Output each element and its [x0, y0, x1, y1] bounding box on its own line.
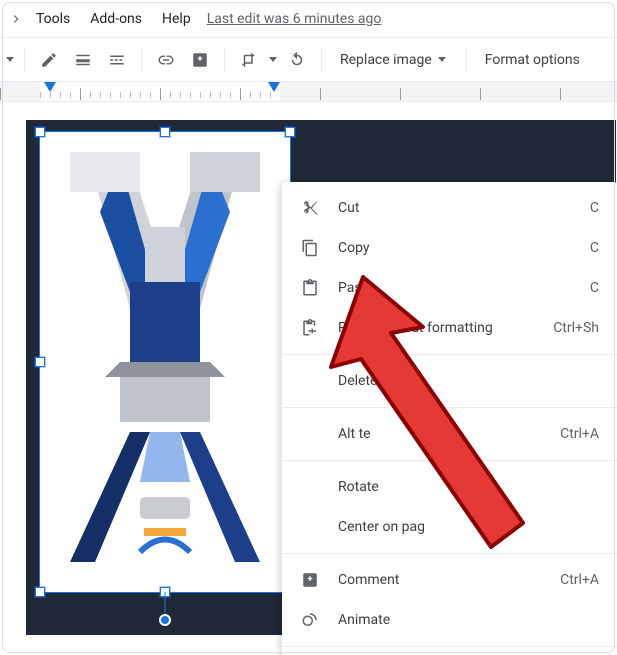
copy-icon — [300, 238, 320, 258]
ctx-separator — [282, 646, 617, 647]
menu-tools[interactable]: Tools — [26, 5, 80, 33]
overflow-caret-icon[interactable] — [6, 12, 26, 26]
blank-icon — [300, 517, 320, 537]
menu-bar: Tools Add-ons Help Last edit was 6 minut… — [0, 0, 617, 38]
resize-handle[interactable] — [160, 127, 170, 137]
ctx-shortcut: C — [590, 280, 599, 296]
format-options-button[interactable]: Format options — [475, 44, 590, 76]
blank-icon — [300, 424, 320, 444]
resize-handle[interactable] — [35, 587, 45, 597]
rotation-handle[interactable] — [159, 614, 171, 626]
ctx-label: Alt te — [338, 426, 542, 442]
ctx-separator — [282, 553, 617, 554]
ctx-label: Comment — [338, 572, 542, 588]
replace-image-label: Replace image — [340, 52, 432, 68]
crop-icon[interactable] — [233, 44, 265, 76]
pencil-icon[interactable] — [33, 44, 65, 76]
ruler-margin-left — [0, 82, 40, 101]
format-options-label: Format options — [485, 52, 580, 68]
ruler — [0, 82, 617, 102]
border-weight-icon[interactable] — [67, 44, 99, 76]
blank-icon — [300, 477, 320, 497]
ctx-separator — [282, 354, 617, 355]
ctx-label: Paste without formatting — [338, 320, 535, 336]
toolbar: Replace image Format options — [0, 38, 617, 82]
separator — [321, 49, 322, 71]
link-icon[interactable] — [150, 44, 182, 76]
ctx-shortcut: C — [590, 200, 599, 216]
ctx-shortcut: Ctrl+Sh — [553, 320, 599, 336]
ctx-shortcut: Ctrl+A — [560, 426, 599, 442]
ctx-label: Rotate — [338, 479, 581, 495]
ctx-label: Center on pag — [338, 519, 581, 535]
selected-image[interactable] — [40, 132, 290, 592]
separator — [24, 49, 25, 71]
ctx-shortcut: Ctrl+A — [560, 572, 599, 588]
resize-handle[interactable] — [285, 127, 295, 137]
toolbar-dropdown-1[interactable] — [4, 54, 16, 66]
reset-image-icon[interactable] — [281, 44, 313, 76]
ctx-alt-text[interactable]: Alt te Ctrl+A — [282, 414, 617, 454]
separator — [224, 49, 225, 71]
comment-icon — [300, 570, 320, 590]
replace-image-button[interactable]: Replace image — [330, 44, 458, 76]
ctx-label: Copy — [338, 240, 572, 256]
ctx-copy[interactable]: Copy C — [282, 228, 617, 268]
ctx-separator — [282, 407, 617, 408]
animate-icon — [300, 610, 320, 630]
ctx-label: Delete — [338, 373, 581, 389]
resize-handle[interactable] — [35, 127, 45, 137]
ruler-marker-right[interactable] — [268, 82, 280, 92]
ctx-label: Animate — [338, 612, 581, 628]
separator — [466, 49, 467, 71]
ctx-label: Paste — [338, 280, 572, 296]
ctx-separator — [282, 460, 617, 461]
menu-addons[interactable]: Add-ons — [80, 5, 152, 33]
ctx-shortcut: C — [590, 240, 599, 256]
ctx-paste-without-formatting[interactable]: Paste without formatting Ctrl+Sh — [282, 308, 617, 348]
ctx-paste[interactable]: Paste C — [282, 268, 617, 308]
workspace: Cut C Copy C Paste C Paste without forma… — [0, 82, 617, 655]
ctx-label: Cut — [338, 200, 572, 216]
separator — [141, 49, 142, 71]
ctx-comment[interactable]: Comment Ctrl+A — [282, 560, 617, 600]
resize-handle[interactable] — [35, 357, 45, 367]
caret-down-icon — [436, 54, 448, 66]
menu-help[interactable]: Help — [152, 5, 201, 33]
paste-plain-icon — [300, 318, 320, 338]
ruler-margin-right — [280, 82, 617, 101]
ctx-center-on-page[interactable]: Center on pag — [282, 507, 617, 547]
mask-dropdown-icon[interactable] — [267, 54, 279, 66]
ctx-rotate[interactable]: Rotate — [282, 467, 617, 507]
image-content — [40, 132, 290, 592]
ctx-animate[interactable]: Animate — [282, 600, 617, 640]
add-comment-icon[interactable] — [184, 44, 216, 76]
blank-icon — [300, 371, 320, 391]
border-dash-icon[interactable] — [101, 44, 133, 76]
paste-icon — [300, 278, 320, 298]
context-menu: Cut C Copy C Paste C Paste without forma… — [282, 182, 617, 655]
ctx-cut[interactable]: Cut C — [282, 188, 617, 228]
ctx-delete[interactable]: Delete — [282, 361, 617, 401]
ruler-marker-left[interactable] — [44, 82, 56, 92]
last-edit-info[interactable]: Last edit was 6 minutes ago — [207, 11, 382, 27]
cut-icon — [300, 198, 320, 218]
